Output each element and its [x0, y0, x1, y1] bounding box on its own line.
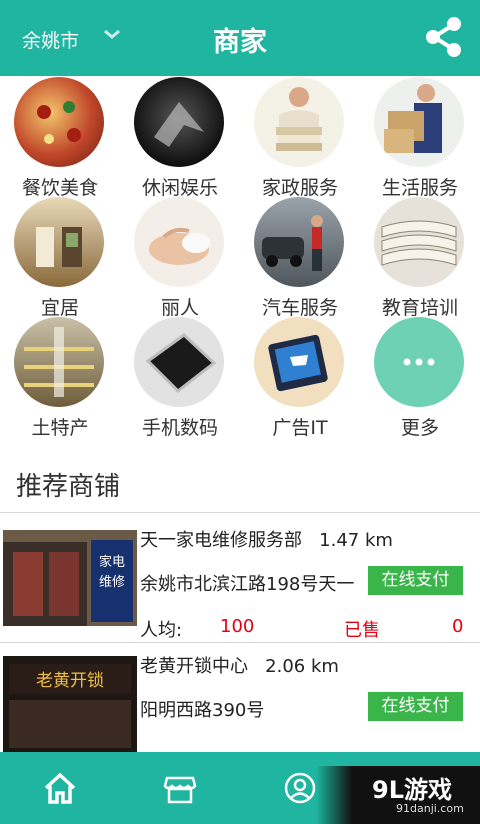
category-advertising-it[interactable]: 广告IT [240, 317, 360, 439]
sold-count: 0 [452, 616, 464, 637]
category-label: 汽车服务 [261, 297, 338, 319]
shop-item[interactable]: 老黄开锁 老黄开锁中心 2.06 km 阳明西路390号 在线支付 [0, 638, 480, 752]
top-bar: 余姚市 商家 [0, 0, 480, 76]
share-icon[interactable] [424, 16, 462, 58]
category-home[interactable]: 宜居 [0, 197, 120, 319]
category-label: 教育培训 [381, 297, 458, 319]
category-label: 休闲娱乐 [141, 177, 218, 199]
shop-item[interactable]: 家电 维修 天一家电维修服务部 1.47 km 余姚市北滨江路198号天一 在线… [0, 512, 480, 641]
category-housekeeping[interactable]: 家政服务 [240, 77, 360, 199]
housekeeping-image [254, 77, 344, 167]
category-label: 手机数码 [141, 417, 218, 439]
section-title: 推荐商铺 [16, 472, 121, 502]
category-label: 更多 [400, 417, 439, 439]
shop-thumbnail: 老黄开锁 [3, 656, 137, 752]
svg-text:家电: 家电 [99, 554, 125, 570]
watermark-name: 9L游戏 [372, 776, 452, 804]
category-label: 家政服务 [261, 177, 338, 199]
category-more[interactable]: 更多 [360, 317, 480, 439]
delivery-image [374, 77, 464, 167]
category-digital[interactable]: 手机数码 [120, 317, 240, 439]
online-pay-badge[interactable]: 在线支付 [368, 692, 463, 721]
store-icon[interactable] [162, 770, 198, 806]
category-local-specialty[interactable]: 土特产 [0, 317, 120, 439]
category-label: 丽人 [160, 297, 199, 319]
more-icon [374, 317, 464, 407]
category-label: 土特产 [31, 417, 89, 439]
leisure-image [134, 77, 224, 167]
home-icon[interactable] [42, 770, 78, 806]
mall-image [14, 317, 104, 407]
shop-distance: 2.06 km [265, 656, 339, 677]
phone-image [134, 317, 224, 407]
spa-image [134, 197, 224, 287]
category-education[interactable]: 教育培训 [360, 197, 480, 319]
category-label: 餐饮美食 [21, 177, 98, 199]
user-icon[interactable] [282, 770, 318, 806]
watermark-logo: 9L游戏 91danji.com [316, 766, 480, 824]
shop-distance: 1.47 km [319, 530, 393, 551]
pizza-image [14, 77, 104, 167]
books-image [374, 197, 464, 287]
category-auto[interactable]: 汽车服务 [240, 197, 360, 319]
auto-service-image [254, 197, 344, 287]
shop-name: 天一家电维修服务部 1.47 km [140, 530, 393, 551]
svg-text:维修: 维修 [99, 575, 125, 590]
category-label: 生活服务 [381, 177, 458, 199]
category-grid: 餐饮美食 休闲娱乐 家政服务 生活服务 宜居 丽人 汽车服务 教育培训 土特产 … [0, 76, 480, 440]
page-title: 商家 [213, 27, 267, 58]
category-food[interactable]: 餐饮美食 [0, 77, 120, 199]
shop-address: 余姚市北滨江路198号天一 [140, 574, 355, 595]
category-label: 广告IT [272, 417, 328, 439]
shop-name: 老黄开锁中心 2.06 km [140, 656, 339, 677]
category-entertainment[interactable]: 休闲娱乐 [120, 77, 240, 199]
avg-price-value: 100 [220, 616, 255, 637]
watermark-url: 91danji.com [396, 802, 464, 815]
tablet-image [254, 317, 344, 407]
category-beauty[interactable]: 丽人 [120, 197, 240, 319]
online-pay-badge[interactable]: 在线支付 [368, 566, 463, 595]
shop-address: 阳明西路390号 [140, 700, 265, 721]
shop-thumbnail: 家电 维修 [3, 530, 137, 626]
svg-text:老黄开锁: 老黄开锁 [36, 671, 104, 691]
category-life-service[interactable]: 生活服务 [360, 77, 480, 199]
category-label: 宜居 [40, 297, 79, 319]
interior-image [14, 197, 104, 287]
